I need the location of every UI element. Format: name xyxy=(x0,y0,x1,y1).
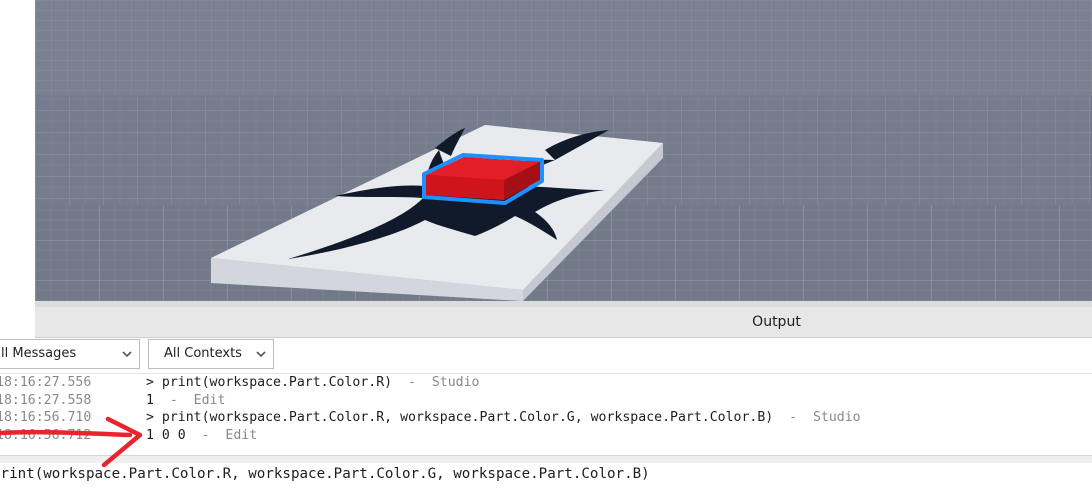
log-message: > print(workspace.Part.Color.R, workspac… xyxy=(146,409,861,427)
log-source: Edit xyxy=(225,427,258,443)
log-separator: - xyxy=(773,410,813,425)
log-source: Edit xyxy=(193,392,226,408)
log-text: 1 0 0 xyxy=(146,427,186,443)
output-titlebar: Output xyxy=(35,307,1092,338)
message-filter-dropdown[interactable]: ll Messages xyxy=(0,339,140,369)
log-separator: - xyxy=(153,392,194,408)
log-separator: - xyxy=(392,375,432,390)
3d-viewport[interactable] xyxy=(35,0,1092,301)
studio-window: Output ll Messages All Contexts 18:16:27… xyxy=(0,0,1092,492)
log-source: Studio xyxy=(431,375,480,390)
output-title: Output xyxy=(752,314,801,330)
chevron-down-icon xyxy=(256,351,266,358)
log-line: 18:16:27.556 > print(workspace.Part.Colo… xyxy=(0,374,1092,392)
context-filter-label: All Contexts xyxy=(164,346,242,361)
log-line: 18:16:27.558 1 - Edit xyxy=(0,392,1092,410)
log-timestamp: 18:16:27.558 xyxy=(0,392,92,408)
log-line: 18:16:56.710 > print(workspace.Part.Colo… xyxy=(0,409,1092,427)
log-text: > print(workspace.Part.Color.R) xyxy=(146,375,393,390)
viewport-scene xyxy=(35,0,1092,301)
output-panel: Output ll Messages All Contexts 18:16:27… xyxy=(0,307,1092,492)
log-separator: - xyxy=(185,427,226,443)
log-message: > print(workspace.Part.Color.R) - Studio xyxy=(146,374,479,392)
log-timestamp: 18:16:56.712 xyxy=(0,427,92,443)
log-message: 1 - Edit xyxy=(146,392,225,410)
log-line: 18:16:56.712 1 0 0 - Edit xyxy=(0,427,1092,445)
log-source: Studio xyxy=(812,410,861,425)
log-timestamp: 18:16:56.710 xyxy=(0,410,92,425)
output-log[interactable]: 18:16:27.556 > print(workspace.Part.Colo… xyxy=(0,374,1092,444)
log-message: 1 0 0 - Edit xyxy=(146,427,257,445)
context-filter-dropdown[interactable]: All Contexts xyxy=(148,339,274,369)
log-text: 1 xyxy=(146,392,154,408)
command-bar[interactable]: print(workspace.Part.Color.R, workspace.… xyxy=(0,463,1092,487)
log-timestamp: 18:16:27.556 xyxy=(0,375,92,390)
command-input[interactable]: print(workspace.Part.Color.R, workspace.… xyxy=(0,463,650,487)
chevron-down-icon xyxy=(122,351,132,358)
log-text: > print(workspace.Part.Color.R, workspac… xyxy=(146,410,774,425)
message-filter-label: ll Messages xyxy=(1,346,77,361)
